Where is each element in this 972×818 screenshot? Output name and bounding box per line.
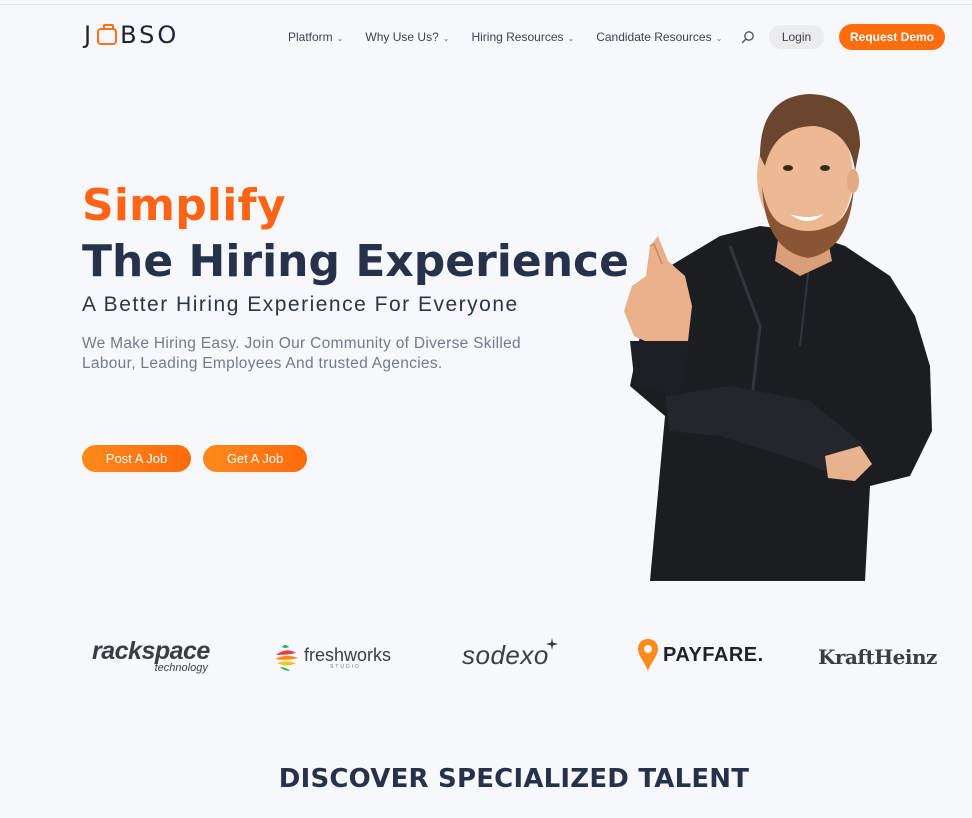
hero-person-image: [624, 94, 932, 581]
post-job-button[interactable]: Post A Job: [82, 445, 191, 472]
freshworks-icon: [275, 645, 298, 671]
payfare-wordmark: PAYFARE.: [663, 643, 764, 666]
hero-title-accent: Simplify: [82, 180, 286, 231]
briefcase-icon: [97, 23, 118, 45]
chevron-down-icon: ⌄: [567, 33, 575, 43]
nav-label: Why Use Us?: [365, 30, 439, 44]
get-job-button[interactable]: Get A Job: [203, 445, 307, 472]
nav-hiring-resources[interactable]: Hiring Resources ⌄: [471, 30, 574, 44]
site-logo[interactable]: J BSO: [84, 21, 179, 49]
login-button[interactable]: Login: [769, 25, 824, 49]
nav-label: Candidate Resources: [596, 30, 712, 44]
hero-title: The Hiring Experience: [82, 236, 629, 287]
sodexo-logo: sodexo: [462, 638, 558, 671]
section-title: DISCOVER SPECIALIZED TALENT: [278, 764, 750, 794]
hero-subtitle: A Better Hiring Experience For Everyone: [82, 293, 519, 316]
rackspace-logo: rackspace technology: [92, 638, 210, 674]
search-icon[interactable]: [741, 30, 755, 44]
request-demo-button[interactable]: Request Demo: [839, 24, 945, 50]
freshworks-logo: freshworks STUDIO: [272, 643, 391, 673]
top-divider: [0, 4, 972, 5]
chevron-down-icon: ⌄: [336, 33, 344, 43]
chevron-down-icon: ⌄: [715, 33, 723, 43]
sodexo-wordmark: sodexo: [462, 640, 549, 670]
chevron-down-icon: ⌄: [442, 33, 450, 43]
nav-label: Hiring Resources: [471, 30, 564, 44]
location-pin-icon: [638, 639, 658, 671]
freshworks-tagline: STUDIO: [330, 664, 361, 670]
rackspace-tagline: technology: [154, 662, 208, 674]
nav-platform[interactable]: Platform ⌄: [288, 30, 343, 44]
hero-description: We Make Hiring Easy. Join Our Community …: [82, 335, 521, 372]
rackspace-wordmark: rackspace: [92, 637, 210, 665]
kraftheinz-wordmark: KraftHeinz: [818, 645, 937, 669]
payfare-logo: PAYFARE.: [637, 638, 764, 672]
kraftheinz-logo: KraftHeinz: [818, 645, 937, 669]
freshworks-wordmark: freshworks: [304, 645, 392, 665]
nav-why-use-us[interactable]: Why Use Us? ⌄: [365, 30, 449, 44]
nav-label: Platform: [288, 30, 333, 44]
nav-candidate-resources[interactable]: Candidate Resources ⌄: [596, 30, 722, 44]
star-icon: [546, 638, 558, 650]
main-nav: Platform ⌄ Why Use Us? ⌄ Hiring Resource…: [288, 28, 744, 46]
